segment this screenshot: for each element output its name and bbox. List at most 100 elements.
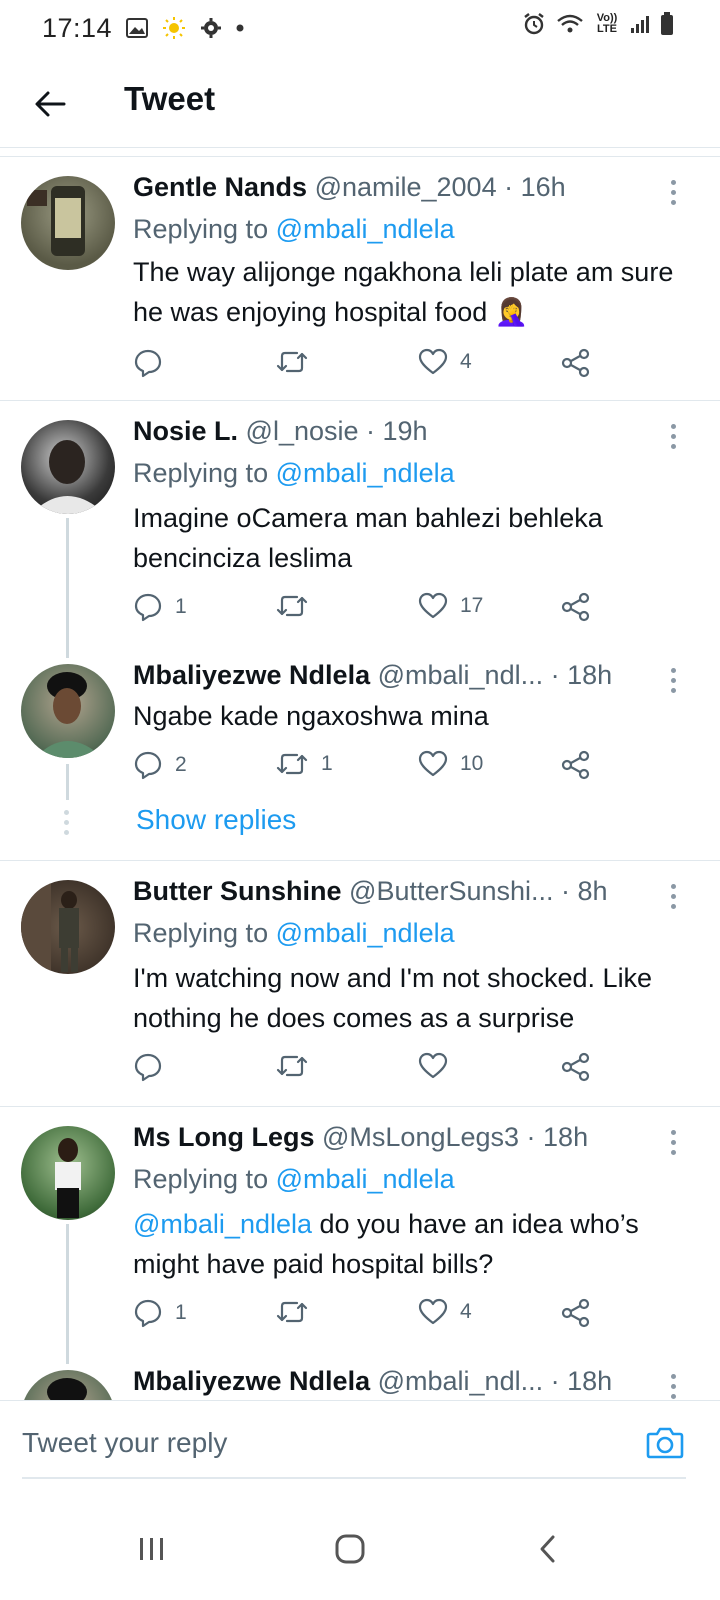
thread-line: [66, 1224, 69, 1364]
display-name[interactable]: Butter Sunshine: [133, 876, 342, 906]
tweet-header: Butter Sunshine @ButterSunshi... · 8h: [133, 876, 720, 907]
avatar[interactable]: [21, 1370, 115, 1400]
like-count: 17: [460, 594, 484, 617]
replying-mention[interactable]: @mbali_ndlela: [276, 458, 455, 488]
avatar[interactable]: [21, 176, 115, 270]
back-arrow-icon[interactable]: [30, 84, 70, 124]
retweet-button[interactable]: [275, 348, 321, 376]
handle-time: @l_nosie · 19h: [245, 416, 428, 446]
share-button[interactable]: [561, 348, 591, 378]
tweet-actions: [133, 1052, 613, 1088]
share-icon: [561, 1052, 590, 1082]
reply-composer[interactable]: Tweet your reply: [0, 1400, 720, 1488]
like-button[interactable]: [418, 1052, 460, 1080]
reply-icon: [134, 349, 162, 378]
tweet[interactable]: Mbaliyezwe Ndlela @mbali_ndl... · 18h Ng…: [0, 660, 720, 830]
share-button[interactable]: [561, 1052, 591, 1082]
more-icon[interactable]: [668, 1130, 678, 1155]
reply-icon: [134, 1053, 162, 1082]
reply-count: 2: [175, 753, 187, 776]
like-button[interactable]: 10: [418, 750, 483, 778]
thread-line: [66, 764, 69, 800]
avatar[interactable]: [21, 1126, 115, 1220]
divider: [0, 156, 720, 157]
retweet-button[interactable]: [275, 1052, 321, 1080]
reply-button[interactable]: [133, 348, 175, 378]
show-replies-link[interactable]: Show replies: [136, 804, 296, 836]
retweet-button[interactable]: [275, 592, 321, 620]
tweet-actions: 4: [133, 348, 613, 384]
more-icon[interactable]: [668, 1374, 678, 1399]
display-name[interactable]: Ms Long Legs: [133, 1122, 315, 1152]
display-name[interactable]: Mbaliyezwe Ndlela: [133, 1366, 370, 1396]
replying-prefix: Replying to: [133, 214, 276, 244]
tweet[interactable]: Ms Long Legs @MsLongLegs3 · 18h Replying…: [0, 1108, 720, 1350]
share-icon: [561, 1298, 590, 1328]
like-button[interactable]: 4: [418, 1298, 472, 1326]
retweet-button[interactable]: 1: [275, 750, 333, 778]
replying-mention[interactable]: @mbali_ndlela: [276, 1164, 455, 1194]
reply-input[interactable]: Tweet your reply: [22, 1427, 227, 1459]
like-icon: [418, 348, 448, 375]
reply-button[interactable]: 2: [133, 750, 187, 780]
handle-time: @MsLongLegs3 · 18h: [322, 1122, 589, 1152]
retweet-button[interactable]: [275, 1298, 321, 1326]
reply-icon: [134, 593, 162, 622]
share-icon: [561, 348, 590, 378]
display-name[interactable]: Nosie L.: [133, 416, 238, 446]
text-mention[interactable]: @mbali_ndlela: [133, 1209, 312, 1239]
share-button[interactable]: [561, 592, 591, 622]
display-name[interactable]: Gentle Nands: [133, 172, 307, 202]
like-count: 10: [460, 752, 484, 775]
replying-to: Replying to @mbali_ndlela: [133, 214, 455, 245]
share-button[interactable]: [561, 750, 591, 780]
tweet-text: I'm watching now and I'm not shocked. Li…: [133, 963, 653, 1033]
reply-button[interactable]: 1: [133, 1298, 187, 1328]
replying-mention[interactable]: @mbali_ndlela: [276, 918, 455, 948]
gallery-icon: [126, 18, 149, 38]
more-icon[interactable]: [668, 424, 678, 449]
retweet-icon: [276, 351, 308, 373]
handle-time: @mbali_ndl... · 18h: [377, 1366, 613, 1396]
display-name[interactable]: Mbaliyezwe Ndlela: [133, 660, 370, 690]
tweet-text: Imagine oCamera man bahlezi behleka benc…: [133, 503, 603, 573]
retweet-icon: [276, 595, 308, 617]
share-button[interactable]: [561, 1298, 591, 1328]
signal-icon: [630, 14, 650, 34]
reply-icon: [134, 751, 162, 780]
retweet-count: 1: [321, 752, 333, 775]
back-nav-icon[interactable]: [518, 1524, 578, 1574]
reply-count: 1: [175, 1301, 187, 1324]
tweet[interactable]: Gentle Nands @namile_2004 · 16h Replying…: [0, 158, 720, 400]
share-icon: [561, 592, 590, 622]
tweet[interactable]: Nosie L. @l_nosie · 19h Replying to @mba…: [0, 402, 720, 644]
camera-icon[interactable]: [646, 1425, 684, 1464]
replying-to: Replying to @mbali_ndlela: [133, 918, 455, 949]
more-icon[interactable]: [668, 668, 678, 693]
avatar[interactable]: [21, 664, 115, 758]
more-icon[interactable]: [668, 180, 678, 205]
avatar[interactable]: [21, 880, 115, 974]
divider: [0, 400, 720, 401]
more-icon[interactable]: [668, 884, 678, 909]
like-button[interactable]: 4: [418, 348, 472, 376]
reply-input-underline: [22, 1477, 686, 1479]
avatar[interactable]: [21, 420, 115, 514]
tweet[interactable]: Butter Sunshine @ButterSunshi... · 8h Re…: [0, 862, 720, 1104]
tweet[interactable]: Mbaliyezwe Ndlela @mbali_ndl... · 18h: [0, 1366, 720, 1400]
like-icon: [418, 1052, 448, 1079]
share-icon: [561, 750, 590, 780]
thread-continuation-dots: [64, 810, 69, 835]
reply-button[interactable]: [133, 1052, 175, 1082]
replying-mention[interactable]: @mbali_ndlela: [276, 214, 455, 244]
tweet-actions: 1 4: [133, 1298, 613, 1334]
sun-icon: [162, 16, 186, 40]
tweet-header: Ms Long Legs @MsLongLegs3 · 18h: [133, 1122, 720, 1153]
like-button[interactable]: 17: [418, 592, 483, 620]
like-icon: [418, 592, 448, 619]
like-icon: [418, 750, 448, 777]
notification-dot-icon: [236, 24, 244, 32]
reply-button[interactable]: 1: [133, 592, 187, 622]
recents-icon[interactable]: [122, 1524, 182, 1574]
home-icon[interactable]: [320, 1524, 380, 1574]
